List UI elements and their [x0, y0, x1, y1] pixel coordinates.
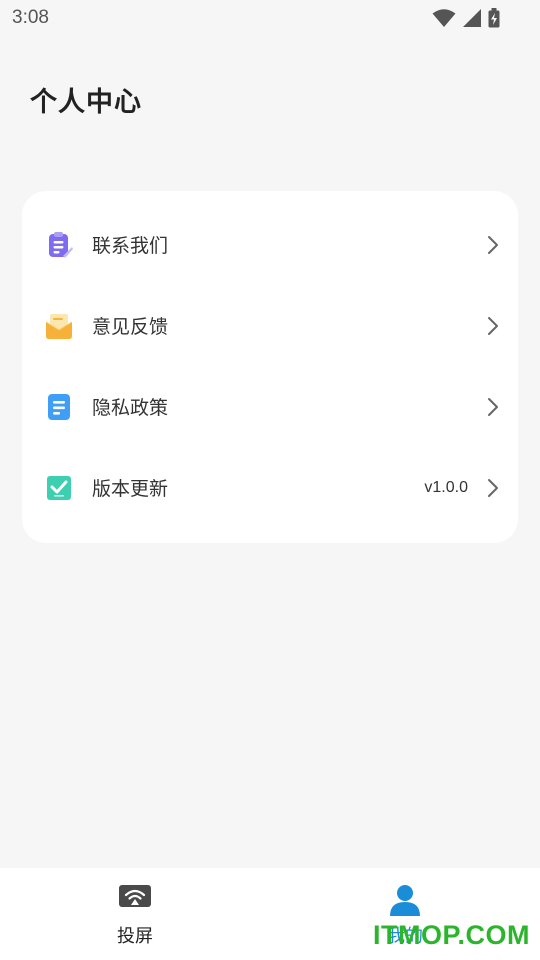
battery-charging-icon: [488, 8, 500, 28]
check-icon: [47, 475, 71, 500]
user-icon: [390, 885, 420, 916]
menu-card: 联系我们 意见反馈 隐私政策 版本更新 v1.0.0: [22, 191, 518, 543]
status-bar: 3:08: [0, 0, 540, 36]
menu-item-label: 意见反馈: [92, 316, 169, 338]
page-title: 个人中心: [30, 87, 142, 118]
menu-item-version-update[interactable]: 版本更新 v1.0.0: [22, 447, 518, 528]
menu-item-label: 隐私政策: [92, 397, 169, 419]
tab-screen-cast[interactable]: 投屏: [0, 868, 270, 960]
cell-signal-icon: [463, 9, 481, 27]
menu-item-label: 联系我们: [92, 235, 169, 257]
screen-cast-icon: [119, 885, 151, 907]
document-icon: [48, 393, 70, 420]
chevron-right-icon: [488, 235, 498, 254]
menu-item-contact-us[interactable]: 联系我们: [22, 204, 518, 285]
clipboard-icon: [49, 231, 73, 258]
status-time: 3:08: [12, 7, 49, 28]
watermark-logo: ITMOP.COM: [372, 920, 530, 950]
chevron-right-icon: [488, 397, 498, 416]
chevron-right-icon: [488, 478, 498, 497]
menu-item-feedback[interactable]: 意见反馈: [22, 285, 518, 366]
menu-item-label: 版本更新: [92, 478, 169, 500]
menu-item-privacy-policy[interactable]: 隐私政策: [22, 366, 518, 447]
wifi-icon: [432, 9, 456, 27]
tab-label: 投屏: [117, 926, 153, 947]
version-value: v1.0.0: [424, 478, 468, 496]
chevron-right-icon: [488, 316, 498, 335]
status-icons: [432, 8, 500, 28]
mail-icon: [45, 313, 73, 339]
